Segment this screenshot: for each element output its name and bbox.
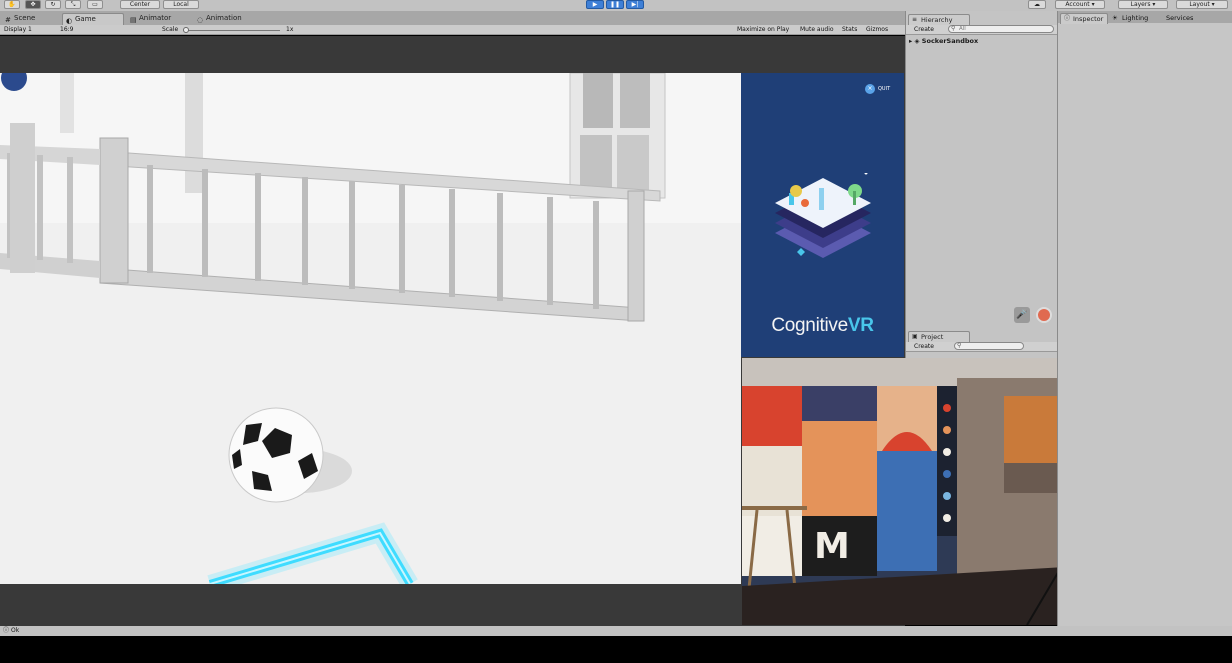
stats-toggle[interactable]: Stats (842, 25, 857, 34)
scale-slider-track[interactable] (185, 30, 280, 31)
quit-label: QUIT (878, 86, 891, 92)
status-icon: ⓘ (3, 627, 10, 634)
move-tool-button[interactable]: ✥ (25, 0, 41, 9)
hierarchy-create-button[interactable]: Create (914, 25, 934, 34)
tab-scene-label: Scene (14, 14, 36, 22)
scene-root-label: SockerSandbox (921, 37, 979, 45)
pivot-toggle[interactable]: Center (120, 0, 160, 9)
project-search-input[interactable]: ⚲ (954, 342, 1024, 350)
info-icon: ⓘ (1064, 15, 1071, 22)
brand-wordmark: CognitiveVR (741, 315, 904, 337)
inspector-tab-label: Inspector (1073, 15, 1104, 23)
hierarchy-search-placeholder: All (959, 26, 966, 32)
hierarchy-icon: ≡ (912, 16, 918, 23)
game-viewport[interactable] (0, 73, 741, 584)
tab-game[interactable]: ◐ Game (62, 13, 124, 25)
cloud-button[interactable]: ☁ (1028, 0, 1046, 9)
search-icon: ⚲ (951, 25, 956, 32)
aspect-dropdown[interactable]: 16:9 (60, 25, 73, 34)
quit-icon: × (865, 84, 875, 94)
project-search-icon: ⚲ (957, 342, 962, 349)
status-bar: ⓘ Ok (0, 626, 1232, 636)
account-dropdown[interactable]: Account ▾ (1055, 0, 1105, 9)
tab-animation[interactable]: ◌ Animation (194, 13, 260, 25)
main-toolbar: ✋ ✥ ↻ ⤡ ▭ Center Local ▶ ❚❚ ▶| ☁ Account… (0, 0, 1232, 11)
lighting-icon: ☀ (1112, 14, 1118, 22)
pause-button[interactable]: ❚❚ (606, 0, 624, 9)
scene-root-item[interactable]: ▸ ◈ SockerSandbox (909, 37, 978, 45)
rotate-tool-button[interactable]: ↻ (45, 0, 61, 9)
hierarchy-tab-label: Hierarchy (921, 16, 953, 24)
bottom-letterbox (0, 636, 1232, 663)
rect-tool-button[interactable]: ▭ (87, 0, 103, 9)
tab-animator[interactable]: ▤ Animator (127, 13, 191, 25)
maximize-on-play-toggle[interactable]: Maximize on Play (737, 25, 789, 34)
layers-dropdown[interactable]: Layers ▾ (1118, 0, 1168, 9)
record-icon[interactable] (1036, 307, 1052, 323)
project-create-button[interactable]: Create (914, 342, 934, 351)
tab-project[interactable]: ▣ Project (908, 331, 970, 342)
account-label: Account (1065, 1, 1090, 8)
space-toggle[interactable]: Local (163, 0, 199, 9)
services-tab-label: Services (1166, 14, 1194, 22)
tab-game-label: Game (75, 15, 96, 23)
layers-label: Layers (1130, 1, 1151, 8)
brand-bold: VR (847, 315, 874, 336)
scale-value: 1x (286, 26, 294, 33)
tab-animation-label: Animation (206, 14, 242, 22)
svg-text:M: M (814, 526, 850, 567)
tab-animator-label: Animator (139, 14, 172, 22)
window (569, 73, 666, 199)
game-control-bar: Display 1 16:9 Scale 1x Maximize on Play… (0, 25, 905, 35)
scale-slider-handle[interactable] (183, 27, 189, 33)
inspector-panel: ⓘ Inspector ☀ Lighting Services (1057, 11, 1232, 626)
quit-button[interactable]: × QUIT (865, 84, 890, 95)
scene-render (0, 73, 741, 584)
tab-hierarchy[interactable]: ≡ Hierarchy (908, 14, 970, 25)
display-dropdown[interactable]: Display 1 (4, 25, 32, 34)
scale-tool-button[interactable]: ⤡ (65, 0, 81, 9)
folder-icon: ▣ (912, 333, 918, 340)
pivot-label: Center (129, 1, 151, 8)
layout-dropdown[interactable]: Layout ▾ (1176, 0, 1228, 9)
tab-lighting[interactable]: ☀ Lighting (1112, 14, 1148, 22)
project-toolbar: Create ⚲ (906, 342, 1057, 352)
space-label: Local (173, 1, 189, 8)
mute-audio-toggle[interactable]: Mute audio (800, 25, 834, 34)
tab-scene[interactable]: # Scene (2, 13, 60, 25)
status-text: Ok (11, 627, 20, 634)
project-tab-label: Project (921, 333, 944, 341)
lighting-tab-label: Lighting (1122, 14, 1149, 22)
view-tabs: # Scene ◐ Game ▤ Animator ◌ Animation (0, 11, 905, 25)
hierarchy-search-input[interactable]: ⚲ All (948, 25, 1054, 33)
hierarchy-panel: ≡ Hierarchy Create ⚲ All ▸ ◈ SockerSandbox… (905, 11, 1057, 358)
scale-label: Scale (162, 26, 179, 33)
brand-plain: Cognitive (771, 315, 848, 336)
step-button[interactable]: ▶| (626, 0, 644, 9)
cognitivevr-panel: × QUIT CognitiveVR (741, 73, 904, 357)
hand-tool-button[interactable]: ✋ (4, 0, 20, 9)
inspector-tab-strip: ⓘ Inspector ☀ Lighting Services (1058, 11, 1232, 24)
isometric-logo-graphic (775, 173, 871, 258)
gizmos-dropdown[interactable]: Gizmos (866, 25, 888, 34)
tab-inspector[interactable]: ⓘ Inspector (1060, 13, 1108, 24)
microphone-icon[interactable]: 🎤 (1014, 307, 1030, 323)
hierarchy-toolbar: Create ⚲ All (906, 25, 1057, 35)
expand-arrow-icon: ▸ ◈ (909, 37, 922, 45)
tab-services[interactable]: Services (1166, 14, 1193, 22)
play-button[interactable]: ▶ (586, 0, 604, 9)
layout-label: Layout (1189, 1, 1210, 8)
